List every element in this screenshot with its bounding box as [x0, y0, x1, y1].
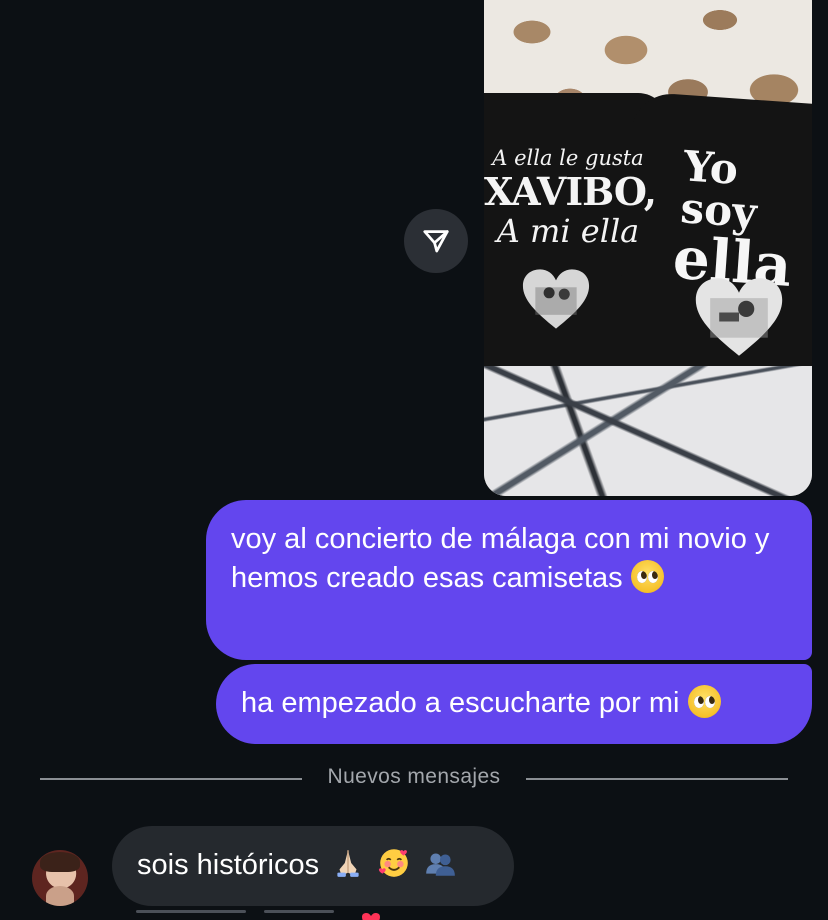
message-text: voy al concierto de málaga con mi novio … [231, 523, 770, 594]
folded-hands-icon [337, 850, 359, 877]
send-icon [423, 230, 449, 253]
left-shirt-line-3: A mi ella [496, 212, 640, 250]
cropped-text-fragment [136, 910, 246, 913]
divider-line-right [526, 778, 788, 780]
right-shirt-print: Yo soy ella [671, 141, 812, 300]
smiling-face-with-hearts-icon [379, 849, 409, 877]
avatar[interactable] [32, 850, 88, 906]
pleading-face-icon [687, 685, 721, 718]
message-bubble-incoming[interactable]: sois históricos [112, 826, 514, 906]
busts-icon [426, 853, 456, 876]
shared-photo[interactable]: A ella le gusta XAVIBO, A mi ella Yo soy… [484, 0, 812, 496]
message-bubble-outgoing[interactable]: ha empezado a escucharte por mi [216, 664, 812, 744]
message-bubble-outgoing[interactable]: voy al concierto de málaga con mi novio … [206, 500, 812, 660]
message-text: ha empezado a escucharte por mi [241, 687, 680, 719]
message-text: sois históricos [137, 849, 320, 881]
pleading-face-icon [630, 560, 664, 593]
heart-icon [362, 913, 380, 920]
left-shirt-print: A ella le gusta XAVIBO, A mi ella [484, 146, 657, 250]
heart-photo-left-icon [522, 269, 590, 329]
partial-next-row [136, 910, 496, 920]
divider-line-left [40, 778, 302, 780]
heart-photo-right-icon [695, 278, 783, 356]
cropped-text-fragment [264, 910, 334, 913]
left-shirt-line-2: XAVIBO, [484, 169, 657, 214]
photo-marble-sheet [484, 366, 812, 496]
new-messages-divider-label: Nuevos mensajes [327, 765, 501, 788]
left-shirt-line-1: A ella le gusta [492, 146, 644, 170]
send-button[interactable] [404, 209, 468, 273]
